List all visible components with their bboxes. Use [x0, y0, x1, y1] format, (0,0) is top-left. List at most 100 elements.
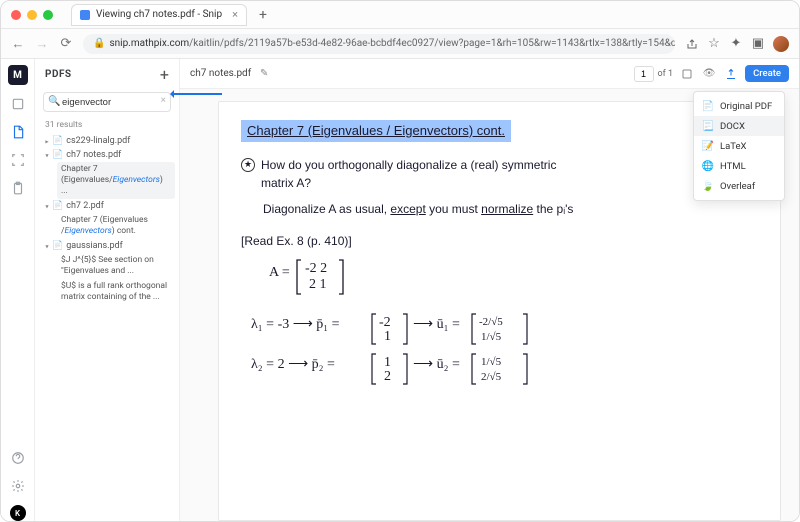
profile-avatar[interactable]	[773, 36, 789, 52]
svg-text:A =: A =	[269, 265, 290, 280]
svg-text:1: 1	[384, 329, 391, 344]
reload-button[interactable]: ⟳	[59, 37, 73, 51]
browser-tab[interactable]: Viewing ch7 notes.pdf - Snip ×	[71, 4, 247, 26]
export-menu: 📄Original PDF 📃DOCX 📝LaTeX 🌐HTML 🍃Overle…	[693, 91, 785, 201]
svg-text:-2: -2	[379, 315, 391, 330]
scan-icon[interactable]	[9, 151, 27, 169]
new-tab-button[interactable]: +	[259, 7, 267, 23]
search-match[interactable]: Chapter 7 (Eigenvalues /Eigenvectors) co…	[57, 213, 175, 239]
search-input[interactable]	[43, 92, 171, 112]
page-control: of 1	[634, 66, 674, 82]
tab-title: Viewing ch7 notes.pdf - Snip	[96, 9, 222, 20]
question: ★ How do you orthogonally diagonalize a …	[241, 156, 758, 192]
file-tree: ▸📄 cs229-linalg.pdf ▾📄 ch7 notes.pdf Cha…	[35, 134, 179, 309]
svg-text:2: 2	[384, 369, 391, 384]
read-ex: Read Ex. 8 (p. 410)	[244, 234, 348, 248]
page-of-label: of 1	[658, 69, 674, 79]
svg-text:1: 1	[384, 355, 391, 370]
svg-text:λ₂ = 2 ⟶ p̄₂ =: λ₂ = 2 ⟶ p̄₂ =	[251, 357, 335, 372]
export-latex[interactable]: 📝LaTeX	[694, 136, 784, 156]
svg-text:1/√5: 1/√5	[481, 331, 502, 343]
tex-icon: 📝	[702, 140, 714, 152]
close-icon[interactable]	[11, 10, 21, 20]
view-icon[interactable]	[679, 66, 695, 82]
maximize-icon[interactable]	[43, 10, 53, 20]
extensions-icon[interactable]: ✦	[729, 37, 743, 51]
document-toolbar: ch7 notes.pdf ✎ of 1 👁 Create	[180, 59, 799, 89]
search-icon: 🔍	[48, 96, 60, 107]
star-icon[interactable]: ☆	[707, 37, 721, 51]
doc-filename: ch7 notes.pdf	[190, 68, 251, 79]
pdfs-icon[interactable]	[9, 123, 27, 141]
svg-text:λ₁ = -3 ⟶ p̄₁ =: λ₁ = -3 ⟶ p̄₁ =	[251, 317, 340, 332]
doc-title: ch7 notes.pdf ✎	[190, 66, 272, 82]
sidebar-title: PDFS	[45, 69, 72, 80]
export-icon[interactable]	[723, 66, 739, 82]
url-path: /kaitlin/pdfs/2119a57b-e53d-4e82-96ae-bc…	[189, 38, 675, 49]
svg-text:⟶ ū₂ =: ⟶ ū₂ =	[413, 357, 460, 372]
address-bar[interactable]: 🔒 snip.mathpix.com /kaitlin/pdfs/2119a57…	[83, 34, 675, 54]
url-bar: ← → ⟳ 🔒 snip.mathpix.com /kaitlin/pdfs/2…	[1, 29, 799, 59]
search-match[interactable]: Chapter 7 (Eigenvalues/Eigenvectors) ...	[57, 162, 175, 199]
file-item[interactable]: ▾📄 gaussians.pdf	[39, 239, 175, 253]
clipboard-icon[interactable]	[9, 179, 27, 197]
file-name: ch7 notes.pdf	[66, 150, 121, 160]
star-bullet-icon: ★	[241, 158, 255, 172]
answer: Diagonalize A as usual, except you must …	[263, 200, 758, 218]
nav-rail: M K	[1, 59, 35, 521]
account-badge[interactable]: K	[10, 505, 26, 521]
minimize-icon[interactable]	[27, 10, 37, 20]
help-icon[interactable]	[9, 449, 27, 467]
favicon-icon	[80, 10, 90, 20]
snip-icon[interactable]	[9, 95, 27, 113]
app: M K PDFS + 🔍 × 31 results ▸📄 cs229-l	[1, 59, 799, 521]
results-count: 31 results	[35, 116, 179, 134]
chevron-icon: ▸	[45, 137, 48, 144]
svg-text:-2/√5: -2/√5	[479, 316, 503, 328]
svg-text:⟶ ū₁ =: ⟶ ū₁ =	[413, 317, 460, 332]
create-button[interactable]: Create	[745, 65, 789, 82]
search-match[interactable]: $J J^{5}$ See section on "Eigenvalues an…	[57, 253, 175, 279]
svg-text:2 1: 2 1	[309, 277, 327, 292]
chevron-icon: ▾	[45, 151, 48, 158]
page-heading: Chapter 7 (Eigenvalues / Eigenvectors) c…	[241, 120, 511, 142]
chevron-icon: ▾	[45, 243, 48, 250]
sidebar: PDFS + 🔍 × 31 results ▸📄 cs229-linalg.pd…	[35, 59, 180, 521]
export-html[interactable]: 🌐HTML	[694, 156, 784, 176]
share-icon[interactable]	[685, 37, 699, 51]
overleaf-icon: 🍃	[702, 180, 714, 192]
file-name: ch7 2.pdf	[66, 201, 104, 211]
export-docx[interactable]: 📃DOCX	[694, 116, 784, 136]
search-match[interactable]: $U$ is a full rank orthogonal matrix con…	[57, 279, 175, 305]
edit-title-icon[interactable]: ✎	[256, 66, 272, 82]
math-content: A = -2 2 2 1 λ₁ = -3 ⟶ p̄₁ = -21 ⟶ ū₁ = …	[241, 256, 758, 411]
forward-button[interactable]: →	[35, 37, 49, 51]
svg-text:1/√5: 1/√5	[481, 356, 502, 368]
svg-text:2/√5: 2/√5	[481, 371, 502, 383]
docx-icon: 📃	[702, 120, 714, 132]
svg-text:-2 2: -2 2	[305, 261, 327, 276]
file-item[interactable]: ▾📄 ch7 2.pdf	[39, 199, 175, 213]
close-tab-icon[interactable]: ×	[232, 8, 238, 21]
url-host: snip.mathpix.com	[109, 38, 189, 49]
settings-icon[interactable]	[9, 477, 27, 495]
titlebar: Viewing ch7 notes.pdf - Snip × +	[1, 1, 799, 29]
preview-icon[interactable]: 👁	[701, 66, 717, 82]
app-logo[interactable]: M	[8, 65, 28, 85]
export-overleaf[interactable]: 🍃Overleaf	[694, 176, 784, 196]
chevron-icon: ▾	[45, 203, 48, 210]
export-original-pdf[interactable]: 📄Original PDF	[694, 96, 784, 116]
callout-arrow	[172, 93, 222, 95]
file-name: gaussians.pdf	[66, 241, 123, 251]
page-input[interactable]	[634, 66, 654, 82]
pdf-viewer: 📄Original PDF 📃DOCX 📝LaTeX 🌐HTML 🍃Overle…	[180, 89, 799, 521]
html-icon: 🌐	[702, 160, 714, 172]
file-item[interactable]: ▸📄 cs229-linalg.pdf	[39, 134, 175, 148]
search-wrap: 🔍 ×	[43, 92, 171, 112]
panel-icon[interactable]: ▣	[751, 37, 765, 51]
pdf-icon: 📄	[702, 100, 714, 112]
back-button[interactable]: ←	[11, 37, 25, 51]
file-item[interactable]: ▾📄 ch7 notes.pdf	[39, 148, 175, 162]
file-name: cs229-linalg.pdf	[66, 136, 130, 146]
add-pdf-button[interactable]: +	[160, 65, 169, 84]
